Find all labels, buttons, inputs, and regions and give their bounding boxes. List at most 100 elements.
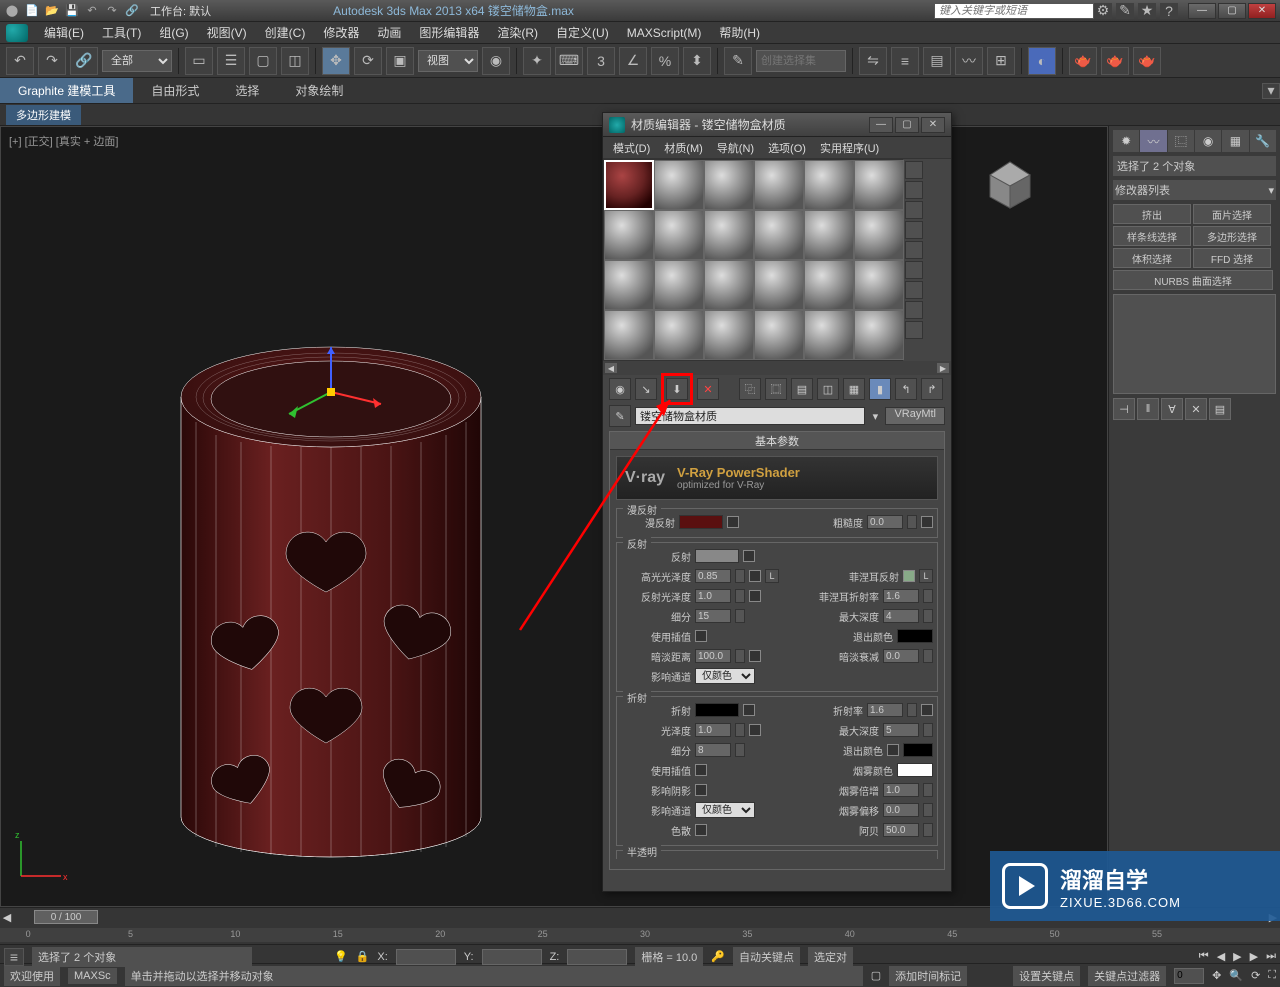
- mirror-button[interactable]: ⇋: [859, 47, 887, 75]
- keyboard-button[interactable]: ⌨: [555, 47, 583, 75]
- cmd-tab-utilities[interactable]: 🔧: [1250, 130, 1276, 152]
- mod-btn-patchsel[interactable]: 面片选择: [1193, 204, 1271, 224]
- menu-customize[interactable]: 自定义(U): [548, 22, 617, 43]
- cmd-tab-create[interactable]: ✹: [1113, 130, 1139, 152]
- mod-btn-ffdsel[interactable]: FFD 选择: [1193, 248, 1271, 268]
- reflect-map-slot[interactable]: [743, 550, 755, 562]
- viewport-label[interactable]: [+] [正交] [真实 + 边面]: [9, 133, 118, 149]
- fog-mult-spinner[interactable]: 1.0: [883, 783, 919, 797]
- mat-slot-20[interactable]: [654, 310, 704, 360]
- cmd-tab-display[interactable]: ▦: [1222, 130, 1248, 152]
- setkey-button[interactable]: 设置关键点: [1013, 966, 1080, 986]
- affect-shadow-checkbox[interactable]: [695, 784, 707, 796]
- mat-slot-15[interactable]: [704, 260, 754, 310]
- mat-slot-13[interactable]: [604, 260, 654, 310]
- mat-slot-11[interactable]: [804, 210, 854, 260]
- refract-map-slot[interactable]: [743, 704, 755, 716]
- mat-max-button[interactable]: ▢: [895, 117, 919, 133]
- show-in-viewport-icon[interactable]: ▦: [843, 378, 865, 400]
- cmd-tab-modify[interactable]: 〰: [1140, 130, 1166, 152]
- fog-color-swatch[interactable]: [897, 763, 933, 777]
- refr-maxdepth-spinner[interactable]: 5: [883, 723, 919, 737]
- mat-slot-24[interactable]: [854, 310, 904, 360]
- z-coord-input[interactable]: [567, 949, 627, 965]
- roughness-spin-buttons[interactable]: [907, 515, 917, 529]
- mat-slot-21[interactable]: [704, 310, 754, 360]
- use-interp-checkbox[interactable]: [695, 630, 707, 642]
- viewcube[interactable]: [970, 140, 1050, 220]
- refr-exit-swatch[interactable]: [903, 743, 933, 757]
- named-sel-button[interactable]: ✎: [724, 47, 752, 75]
- play-icon[interactable]: ▶: [1233, 950, 1241, 963]
- roughness-spinner[interactable]: 0.0: [867, 515, 903, 529]
- spinner-snap-button[interactable]: ⬍: [683, 47, 711, 75]
- refcoord-dropdown[interactable]: 视图: [418, 50, 478, 72]
- refr-exit-checkbox[interactable]: [887, 744, 899, 756]
- close-button[interactable]: ✕: [1248, 3, 1276, 19]
- remove-mod-icon[interactable]: ✕: [1185, 398, 1207, 420]
- exit-color-swatch[interactable]: [897, 629, 933, 643]
- dim-dist-checkbox[interactable]: [749, 650, 761, 662]
- menu-help[interactable]: 帮助(H): [711, 22, 768, 43]
- menu-maxscript[interactable]: MAXScript(M): [619, 24, 710, 42]
- mat-slot-6[interactable]: [854, 160, 904, 210]
- script-icon[interactable]: ≡: [4, 948, 24, 966]
- fog-bias-spinner[interactable]: 0.0: [883, 803, 919, 817]
- assign-to-selection-icon[interactable]: ⬇: [666, 378, 688, 400]
- fresnel-checkbox[interactable]: [903, 570, 915, 582]
- hilight-L-button[interactable]: L: [765, 569, 779, 583]
- menu-tools[interactable]: 工具(T): [94, 22, 149, 43]
- save-icon[interactable]: 💾: [64, 3, 80, 19]
- mod-btn-extrude[interactable]: 挤出: [1113, 204, 1191, 224]
- mat-slot-10[interactable]: [754, 210, 804, 260]
- menu-modifiers[interactable]: 修改器: [315, 22, 367, 43]
- addtime-button[interactable]: 添加时间标记: [889, 966, 967, 986]
- uv-tile-icon[interactable]: [905, 221, 923, 239]
- help-icon[interactable]: ⚙: [1094, 3, 1112, 19]
- render-frame-button[interactable]: 🫖: [1101, 47, 1129, 75]
- mod-btn-volsel[interactable]: 体积选择: [1113, 248, 1191, 268]
- menu-rendering[interactable]: 渲染(R): [489, 22, 546, 43]
- rollout-basic-header[interactable]: 基本参数: [610, 432, 944, 450]
- mat-slot-9[interactable]: [704, 210, 754, 260]
- subdivs-spinner[interactable]: 15: [695, 609, 731, 623]
- make-preview-icon[interactable]: [905, 261, 923, 279]
- named-sel-input[interactable]: [756, 50, 846, 72]
- reflect-color-swatch[interactable]: [695, 549, 739, 563]
- selset-button[interactable]: 选定对: [808, 947, 853, 967]
- put-to-scene-icon[interactable]: ↘: [635, 378, 657, 400]
- play-end-icon[interactable]: ⏭: [1266, 950, 1276, 963]
- play-prev-icon[interactable]: ◀: [1217, 950, 1225, 963]
- align-button[interactable]: ≡: [891, 47, 919, 75]
- timeline-ruler[interactable]: 0 5 10 15 20 25 30 35 40 45 50 55: [0, 928, 1280, 942]
- refl-gloss-spinner[interactable]: 1.0: [695, 589, 731, 603]
- reset-map-icon[interactable]: ✕: [697, 378, 719, 400]
- lock2-icon[interactable]: 🔒: [356, 950, 370, 963]
- put-to-lib-icon[interactable]: ▤: [791, 378, 813, 400]
- link-icon[interactable]: 🔗: [124, 3, 140, 19]
- mat-map-nav-icon[interactable]: [905, 321, 923, 339]
- percent-snap-button[interactable]: %: [651, 47, 679, 75]
- play-start-icon[interactable]: ⏮: [1199, 950, 1209, 963]
- go-parent-icon[interactable]: ↰: [895, 378, 917, 400]
- roughness-map-slot[interactable]: [921, 516, 933, 528]
- current-frame-input[interactable]: [1174, 968, 1204, 984]
- ribbon-tab-freeform[interactable]: 自由形式: [133, 78, 217, 103]
- mat-slot-1[interactable]: [604, 160, 654, 210]
- refract-color-swatch[interactable]: [695, 703, 739, 717]
- nav-orbit-icon[interactable]: ⟳: [1251, 969, 1260, 982]
- video-check-icon[interactable]: [905, 241, 923, 259]
- render-setup-button[interactable]: 🫖: [1069, 47, 1097, 75]
- minimize-button[interactable]: —: [1188, 3, 1216, 19]
- maximize-button[interactable]: ▢: [1218, 3, 1246, 19]
- unique-icon[interactable]: ∀: [1161, 398, 1183, 420]
- autokey-button[interactable]: 自动关键点: [733, 947, 800, 967]
- scale-button[interactable]: ▣: [386, 47, 414, 75]
- refr-subdivs-spinner[interactable]: 8: [695, 743, 731, 757]
- manip-button[interactable]: ✦: [523, 47, 551, 75]
- diffuse-color-swatch[interactable]: [679, 515, 723, 529]
- timeline-handle[interactable]: 0 / 100: [34, 910, 98, 924]
- modifier-stack[interactable]: [1113, 294, 1276, 394]
- refl-gloss-map-slot[interactable]: [749, 590, 761, 602]
- mat-slot-23[interactable]: [804, 310, 854, 360]
